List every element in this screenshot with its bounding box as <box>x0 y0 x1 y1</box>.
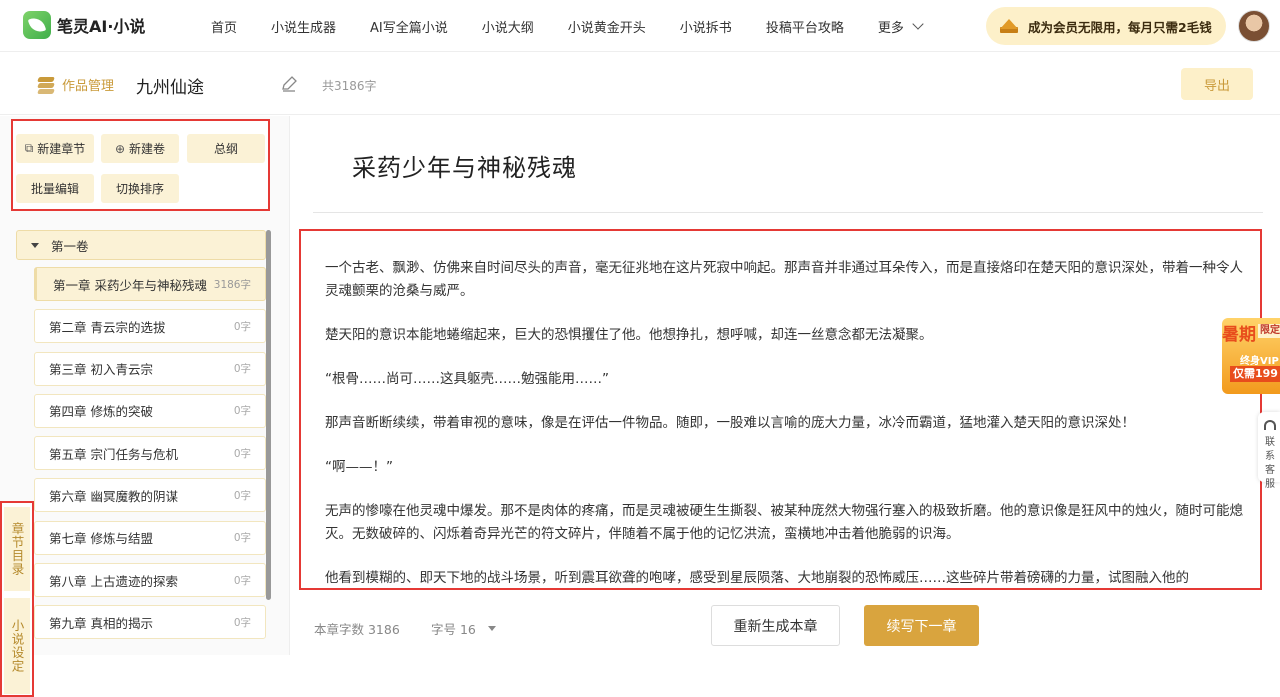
nav-item-ai-full-novel[interactable]: AI写全篇小说 <box>370 17 448 36</box>
regenerate-chapter-button[interactable]: 重新生成本章 <box>711 605 840 646</box>
content-paragraph: 那声音断断续续，带着审视的意味，像是在评估一件物品。随即，一股难以言喻的庞大力量… <box>325 415 1135 431</box>
headset-icon <box>1264 420 1276 430</box>
logo-icon <box>23 11 51 39</box>
top-nav-bar: 笔灵AI·小说 首页 小说生成器 AI写全篇小说 小说大纲 小说黄金开头 小说拆… <box>0 0 1280 52</box>
chapter-item-9[interactable]: 第九章 真相的揭示 0字 <box>34 605 266 640</box>
nav-item-more[interactable]: 更多 <box>877 17 924 36</box>
new-chapter-label: 新建章节 <box>37 142 86 156</box>
chapter-list-scrollbar[interactable] <box>266 230 271 600</box>
customer-service-widget[interactable]: 联系客服 <box>1258 412 1280 490</box>
chapter-word-count: 0字 <box>233 532 251 545</box>
chapter-item-2[interactable]: 第二章 青云宗的选拔 0字 <box>34 309 266 344</box>
content-paragraph: “啊——！” <box>325 459 393 475</box>
chapter-item-7[interactable]: 第七章 修炼与结盟 0字 <box>34 520 266 555</box>
chapter-word-count: 3186字 <box>213 278 251 291</box>
brand-logo[interactable]: 笔灵AI·小说 <box>23 11 145 39</box>
chapter-word-count: 0字 <box>233 616 251 629</box>
summer-promo-widget[interactable]: 暑期 限定 终身VIP 仅需199 <box>1222 318 1280 394</box>
new-chapter-button[interactable]: ⧉ 新建章节 <box>16 134 94 163</box>
vip-text: 成为会员无限用，每月只需2毛钱 <box>1028 19 1212 35</box>
chapter-item-1[interactable]: 第一章 采药少年与神秘残魂 3186字 <box>34 267 266 301</box>
chapter-word-count-footer: 本章字数 3186 <box>314 622 400 637</box>
user-avatar[interactable] <box>1238 10 1270 42</box>
chapter-item-8[interactable]: 第八章 上古遗迹的探索 0字 <box>34 563 266 598</box>
works-label: 作品管理 <box>62 79 115 94</box>
chapter-sidebar: ⧉ 新建章节 ⊕ 新建卷 总纲 批量编辑 切换排序 第一卷 第一章 采药少年与神… <box>0 116 290 697</box>
chapter-word-count: 0字 <box>233 489 251 502</box>
chapter-title: 第一章 采药少年与神秘残魂 <box>53 277 207 293</box>
chapter-item-5[interactable]: 第五章 宗门任务与危机 0字 <box>34 436 266 471</box>
nav-item-novel-generator[interactable]: 小说生成器 <box>271 17 336 36</box>
title-divider <box>313 212 1263 213</box>
chapter-list: 第一章 采药少年与神秘残魂 3186字 第二章 青云宗的选拔 0字 第三章 初入… <box>34 267 266 648</box>
outline-button[interactable]: 总纲 <box>187 134 265 163</box>
toggle-sort-button[interactable]: 切换排序 <box>101 174 179 203</box>
content-paragraph: 楚天阳的意识本能地蜷缩起来，巨大的恐惧攫住了他。他想挣扎，想呼喊，却连一丝意念都… <box>325 327 933 343</box>
content-paragraph: 无声的惨嚎在他灵魂中爆发。那不是肉体的疼痛，而是灵魂被硬生生撕裂、被某种庞然大物… <box>325 503 1243 542</box>
continue-next-chapter-button[interactable]: 续写下一章 <box>864 605 979 646</box>
volume-header[interactable]: 第一卷 <box>16 230 266 260</box>
vip-banner-button[interactable]: 成为会员无限用，每月只需2毛钱 <box>986 7 1226 45</box>
chapter-word-count: 0字 <box>233 574 251 587</box>
chevron-down-icon <box>912 18 924 30</box>
chapter-title: 第五章 宗门任务与危机 <box>49 446 178 462</box>
works-management-link[interactable]: 作品管理 <box>36 75 114 94</box>
font-size-label: 字号 16 <box>431 622 476 637</box>
chapter-content-editor[interactable]: 一个古老、飘渺、仿佛来自时间尽头的声音，毫无征兆地在这片死寂中响起。那声音并非通… <box>299 229 1262 590</box>
brand-name: 笔灵AI·小说 <box>57 17 146 36</box>
font-size-selector[interactable]: 字号 16 <box>431 619 496 638</box>
new-doc-icon: ⧉ <box>24 141 34 155</box>
batch-edit-button[interactable]: 批量编辑 <box>16 174 94 203</box>
content-paragraph: “根骨……尚可……这具躯壳……勉强能用……” <box>325 371 609 387</box>
nav-item-submission-guide[interactable]: 投稿平台攻略 <box>766 17 844 36</box>
tab-novel-settings[interactable]: 小说设定 <box>4 598 30 694</box>
chapter-title: 第二章 青云宗的选拔 <box>49 319 166 335</box>
chapter-word-count: 0字 <box>233 405 251 418</box>
export-button[interactable]: 导出 <box>1181 68 1253 100</box>
chapter-word-count: 0字 <box>233 320 251 333</box>
chapter-item-4[interactable]: 第四章 修炼的突破 0字 <box>34 393 266 428</box>
chapter-item-6[interactable]: 第六章 幽冥魔教的阴谋 0字 <box>34 478 266 513</box>
chapter-toolbar: ⧉ 新建章节 ⊕ 新建卷 总纲 批量编辑 切换排序 <box>11 119 270 211</box>
chapter-word-count: 0字 <box>233 447 251 460</box>
customer-service-label: 联系客服 <box>1265 437 1275 490</box>
promo-subtitle: 终身VIP <box>1240 356 1279 367</box>
chapter-word-count: 0字 <box>233 363 251 376</box>
promo-title: 暑期 <box>1222 325 1256 345</box>
content-paragraph: 一个古老、飘渺、仿佛来自时间尽头的声音，毫无征兆地在这片死寂中响起。那声音并非通… <box>325 260 1243 299</box>
layers-icon <box>36 76 56 94</box>
chapter-item-3[interactable]: 第三章 初入青云宗 0字 <box>34 351 266 386</box>
volume-name: 第一卷 <box>51 238 89 254</box>
chapter-title: 第四章 修炼的突破 <box>49 404 153 420</box>
side-tabs: 章节目录 小说设定 <box>0 501 34 697</box>
pencil-edit-icon[interactable] <box>280 75 298 93</box>
chapter-title: 第六章 幽冥魔教的阴谋 <box>49 488 178 504</box>
book-title: 九州仙途 <box>136 78 204 98</box>
editor-panel: 采药少年与神秘残魂 一个古老、飘渺、仿佛来自时间尽头的声音，毫无征兆地在这片死寂… <box>291 116 1280 655</box>
plus-circle-icon: ⊕ <box>114 141 126 156</box>
new-volume-label: 新建卷 <box>129 142 166 156</box>
nav-more-label: 更多 <box>877 20 904 36</box>
chapter-title: 第九章 真相的揭示 <box>49 615 153 631</box>
main-nav: 首页 小说生成器 AI写全篇小说 小说大纲 小说黄金开头 小说拆书 投稿平台攻略… <box>211 0 956 52</box>
nav-item-home[interactable]: 首页 <box>211 17 237 36</box>
work-header: 作品管理 九州仙途 共3186字 导出 <box>0 53 1280 115</box>
chapter-title: 第七章 修炼与结盟 <box>49 531 153 547</box>
book-word-total: 共3186字 <box>322 79 377 93</box>
promo-price: 仅需199 <box>1230 366 1280 382</box>
caret-down-icon <box>487 626 496 631</box>
crown-icon <box>1000 19 1018 33</box>
nav-item-golden-opening[interactable]: 小说黄金开头 <box>568 17 646 36</box>
content-paragraph: 他看到模糊的、即天下地的战斗场景，听到震耳欲聋的咆哮，感受到星辰陨落、大地崩裂的… <box>325 570 1189 586</box>
chapter-title: 第三章 初入青云宗 <box>49 362 153 378</box>
caret-down-icon <box>31 242 39 248</box>
chapter-title-heading[interactable]: 采药少年与神秘残魂 <box>352 148 577 183</box>
nav-item-book-breakdown[interactable]: 小说拆书 <box>680 17 732 36</box>
promo-tag: 限定 <box>1258 324 1280 338</box>
nav-item-outline[interactable]: 小说大纲 <box>482 17 534 36</box>
new-volume-button[interactable]: ⊕ 新建卷 <box>101 134 179 163</box>
tab-chapter-directory[interactable]: 章节目录 <box>4 507 30 591</box>
chapter-title: 第八章 上古遗迹的探索 <box>49 573 178 589</box>
